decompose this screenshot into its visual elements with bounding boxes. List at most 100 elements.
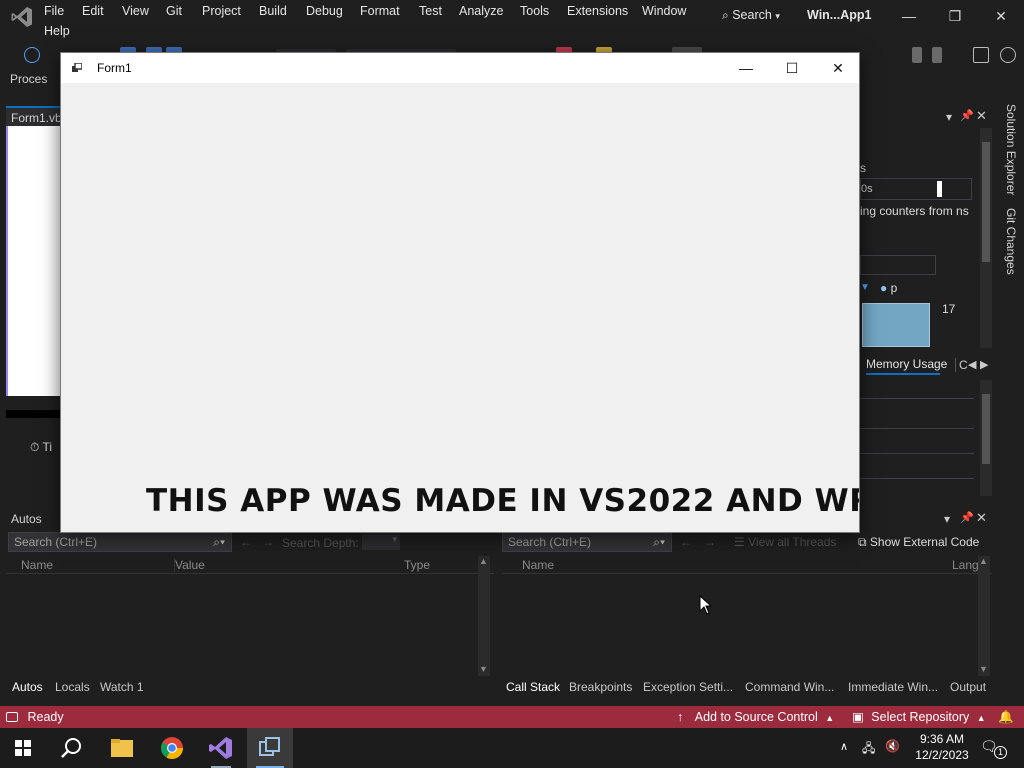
add-to-source-control-button[interactable]: ↑ Add to Source Control ▲ — [677, 709, 834, 726]
solution-name[interactable]: Win...App1 — [807, 3, 879, 27]
callstack-scrollbar[interactable]: ▲ ▼ — [978, 556, 990, 676]
visual-studio-taskbar-button[interactable] — [198, 728, 244, 768]
back-icon[interactable] — [24, 47, 40, 63]
tab-autos[interactable]: Autos — [12, 680, 43, 694]
show-hidden-icons-icon[interactable]: ∧ — [840, 740, 848, 753]
scroll-up-icon[interactable]: ▲ — [479, 556, 488, 566]
lower-panel-scrollbar[interactable] — [980, 380, 992, 496]
tab-command-window[interactable]: Command Win... — [745, 680, 834, 694]
form1-minimize-button[interactable]: — — [723, 53, 769, 83]
form1-title-bar[interactable]: Form1 — ☐ ✕ — [61, 53, 859, 83]
scroll-down-icon[interactable]: ▼ — [979, 664, 988, 674]
panel-close-icon[interactable]: ✕ — [976, 510, 987, 526]
share-icon[interactable] — [973, 47, 989, 63]
menu-analyze[interactable]: Analyze — [459, 1, 503, 21]
chrome-button[interactable] — [149, 728, 195, 768]
minimize-icon: — — [739, 60, 753, 76]
menu-file[interactable]: File — [44, 1, 64, 21]
tab-exception-settings[interactable]: Exception Setti... — [643, 680, 733, 694]
close-button[interactable]: ✕ — [978, 3, 1024, 29]
format-icon[interactable] — [912, 47, 922, 63]
form1-close-button[interactable]: ✕ — [815, 53, 859, 83]
indent-icon[interactable] — [932, 47, 942, 63]
menu-project[interactable]: Project — [202, 1, 241, 21]
search-forward-icon[interactable]: → — [704, 535, 716, 549]
search-back-icon[interactable]: ← — [240, 535, 252, 549]
tab-watch-1[interactable]: Watch 1 — [100, 680, 144, 694]
timeline-ruler[interactable]: 0s — [860, 178, 972, 200]
panel-close-icon[interactable]: ✕ — [976, 108, 987, 124]
col-name[interactable]: Name — [522, 558, 554, 572]
tab-output[interactable]: Output — [950, 680, 986, 694]
network-icon[interactable]: 🖧 — [862, 739, 875, 760]
form1-app-taskbar-button[interactable] — [247, 728, 293, 768]
dropdown-icon[interactable]: ▾ — [944, 512, 950, 526]
search-back-icon[interactable]: ← — [680, 535, 692, 549]
winforms-app-icon — [259, 737, 280, 756]
tab-call-stack[interactable]: Call Stack — [506, 680, 560, 694]
timeline-marker[interactable] — [937, 181, 942, 197]
callstack-search-input[interactable]: Search (Ctrl+E) ⌕▾ — [502, 532, 672, 552]
minimize-button[interactable]: — — [886, 3, 932, 29]
tab-scroll-right-icon[interactable]: ▶ — [980, 358, 988, 371]
filter-icon[interactable]: ▼ — [860, 282, 870, 293]
volume-muted-icon[interactable]: 🔇 — [885, 739, 900, 753]
menu-view[interactable]: View — [122, 1, 149, 21]
dropdown-icon[interactable]: ▾ — [946, 110, 952, 124]
menu-help[interactable]: Help — [44, 21, 70, 41]
menu-edit[interactable]: Edit — [82, 1, 104, 21]
tab-git-changes[interactable]: Git Changes — [996, 208, 1018, 288]
menu-git[interactable]: Git — [166, 1, 182, 21]
menu-format[interactable]: Format — [360, 1, 400, 21]
col-type[interactable]: Type — [404, 558, 430, 572]
scroll-up-icon[interactable]: ▲ — [979, 556, 988, 566]
view-all-threads-button[interactable]: ☰ View all Threads — [734, 535, 836, 549]
show-external-code-button[interactable]: ⧉ Show External Code — [858, 535, 979, 550]
filter-input[interactable] — [860, 255, 936, 275]
form1-window[interactable]: Form1 — ☐ ✕ THIS APP WAS MADE IN VS2022 … — [60, 52, 860, 533]
menu-extensions[interactable]: Extensions — [567, 1, 628, 21]
tab-scroll-left-icon[interactable]: ◀ — [968, 358, 976, 371]
search-button[interactable]: ⌕ Search ▾ — [716, 3, 786, 27]
pin-icon[interactable]: 📌 — [960, 511, 974, 524]
account-icon[interactable] — [1000, 47, 1016, 63]
pin-icon[interactable]: 📌 — [960, 109, 974, 122]
tab-immediate-window[interactable]: Immediate Win... — [848, 680, 938, 694]
tab-memory-usage[interactable]: Memory Usage — [866, 357, 947, 375]
menu-build[interactable]: Build — [259, 1, 287, 21]
tab-breakpoints[interactable]: Breakpoints — [569, 680, 632, 694]
col-value[interactable]: Value — [174, 558, 205, 572]
restore-button[interactable]: ❐ — [932, 3, 978, 29]
tab-cpu[interactable]: C — [955, 358, 968, 372]
menu-debug[interactable]: Debug — [306, 1, 343, 21]
menu-tools[interactable]: Tools — [520, 1, 549, 21]
action-center-button[interactable]: 🗨 1 — [980, 738, 1007, 759]
search-depth-dropdown[interactable]: ▾ — [362, 534, 400, 550]
scrollbar-thumb[interactable] — [982, 394, 990, 464]
right-panel-scrollbar[interactable] — [980, 128, 992, 348]
system-clock[interactable]: 9:36 AM 12/2/2023 — [910, 731, 974, 763]
tab-active-underline — [866, 373, 940, 375]
tab-solution-explorer[interactable]: Solution Explorer — [996, 104, 1018, 200]
select-repository-button[interactable]: ▣ Select Repository ▲ — [852, 709, 986, 726]
scrollbar-thumb[interactable] — [982, 142, 990, 262]
col-name[interactable]: Name — [21, 558, 53, 572]
file-explorer-button[interactable] — [99, 728, 145, 768]
divider — [860, 453, 974, 454]
tab-form1-vb[interactable]: Form1.vb — [6, 106, 62, 126]
form1-maximize-button[interactable]: ☐ — [769, 53, 815, 83]
mouse-cursor-icon — [699, 595, 713, 615]
menu-window[interactable]: Window — [642, 1, 686, 21]
autos-scrollbar[interactable]: ▲ ▼ — [478, 556, 490, 676]
search-forward-icon[interactable]: → — [262, 535, 274, 549]
menu-test[interactable]: Test — [419, 1, 442, 21]
chevron-down-icon: ▾ — [775, 11, 780, 21]
tab-locals[interactable]: Locals — [55, 680, 90, 694]
autos-search-input[interactable]: Search (Ctrl+E) ⌕▾ — [8, 532, 232, 552]
start-button[interactable] — [0, 728, 46, 768]
col-lang[interactable]: Lang — [952, 558, 979, 572]
taskbar-search-button[interactable] — [48, 728, 94, 768]
notifications-bell-icon[interactable]: 🔔 — [998, 709, 1014, 725]
scroll-down-icon[interactable]: ▼ — [479, 664, 488, 674]
autos-header: Name Value Type — [6, 554, 494, 574]
